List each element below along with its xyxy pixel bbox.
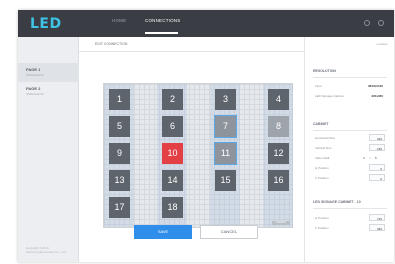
properties-panel: Location RESOLUTION Input 3840x2160 LED … [304, 37, 394, 262]
v-position-row: V Position 0 [313, 174, 387, 182]
signage-h-position-field[interactable]: 720 [369, 214, 385, 221]
divider [313, 77, 387, 78]
help-icon[interactable] [378, 20, 384, 26]
v-position-field[interactable]: 0 [369, 174, 385, 181]
cabinet-tile-7[interactable]: 7 [214, 115, 237, 138]
row-value: 320x360 [371, 94, 383, 98]
cabinet-tile-10[interactable]: 10 [162, 143, 183, 164]
cabinet-tile-17[interactable]: 17 [109, 197, 130, 218]
cabinet-grid-canvas[interactable]: 1 2 3 4 5 6 7 8 9 10 11 12 13 14 15 16 1… [103, 83, 293, 228]
signage-v-position-field[interactable]: 360 [369, 224, 385, 231]
cabinet-tile-8[interactable]: 8 [268, 116, 289, 137]
top-bar: LED HOME CONNECTIONS [18, 10, 394, 37]
cabinet-tile-2[interactable]: 2 [162, 89, 183, 110]
field-value: 180 [376, 146, 382, 151]
signage-v-position-row: V Position 360 [313, 224, 387, 232]
cabinet-tile-4[interactable]: 4 [268, 89, 289, 110]
row-label: Horizontal Size [315, 136, 336, 140]
canvas-corner-tag: CABINET [272, 221, 290, 225]
row-label: V Position [315, 226, 329, 230]
field-value: 720 [376, 216, 382, 221]
horizontal-size-field[interactable]: 320 [369, 134, 385, 141]
row-label: Video Wall [315, 156, 330, 160]
cabinet-tile-15[interactable]: 15 [215, 170, 236, 191]
tab-connections[interactable]: CONNECTIONS [145, 18, 180, 23]
sidebar: PAGE 1 SIGNAGE 01 PAGE 2 SIGNAGE 02 Copy… [18, 37, 79, 262]
resolution-input-row: Input 3840x2160 [313, 82, 387, 90]
resolution-cabinet-row: LED Signage Cabinet 320x360 [313, 92, 387, 100]
row-label: H Position [315, 216, 329, 220]
field-value: 320 [376, 136, 382, 141]
sidebar-item-subtitle: SIGNAGE 01 [26, 73, 44, 77]
cabinet-tile-14[interactable]: 14 [162, 170, 183, 191]
edit-subbar: EDIT CONNECTION [79, 37, 304, 52]
cabinet-tile-9[interactable]: 9 [109, 143, 130, 164]
cabinet-tile-5[interactable]: 5 [109, 116, 130, 137]
horizontal-size-row: Horizontal Size 320 [313, 134, 387, 142]
cabinet-tile-11[interactable]: 11 [214, 142, 237, 165]
cabinet-tile-3[interactable]: 3 [215, 89, 236, 110]
signage-cabinet-heading: LED SIGNAGE CABINET - 10 [313, 200, 361, 204]
cabinet-tile-18[interactable]: 18 [162, 197, 183, 218]
row-label: LED Signage Cabinet [315, 94, 344, 98]
row-label: V Position [315, 176, 329, 180]
video-wall-rows: 5 [375, 155, 377, 160]
company-text: Samsung Electronics Co., Ltd. [26, 250, 67, 254]
save-button[interactable]: SAVE [134, 225, 192, 239]
cabinet-tile-16[interactable]: 16 [268, 170, 289, 191]
sidebar-item-title: PAGE 1 [26, 67, 41, 72]
active-tab-indicator [145, 32, 178, 34]
cabinet-tile-6[interactable]: 6 [162, 116, 183, 137]
row-value: 3840x2160 [367, 84, 383, 88]
cancel-button[interactable]: CANCEL [200, 225, 258, 239]
cabinet-heading: CABINET [313, 122, 329, 126]
sidebar-item-title: PAGE 2 [26, 86, 41, 91]
field-value: 0 [380, 176, 382, 181]
location-link[interactable]: Location [377, 42, 388, 46]
cabinet-tile-12[interactable]: 12 [268, 143, 289, 164]
h-position-field[interactable]: 0 [369, 164, 385, 171]
row-label: Vertical Size [315, 146, 332, 150]
tab-home[interactable]: HOME [112, 18, 126, 23]
page-title: EDIT CONNECTION [95, 42, 128, 46]
cabinet-tile-13[interactable]: 13 [109, 170, 130, 191]
sidebar-item-page-2[interactable]: PAGE 2 SIGNAGE 02 [18, 82, 79, 101]
video-wall-row: Video Wall 4 × 5 [313, 154, 387, 162]
h-position-row: H Position 0 [313, 164, 387, 172]
vertical-size-field[interactable]: 180 [369, 144, 385, 151]
video-wall-stepper[interactable]: 4 × 5 [361, 154, 385, 161]
times-icon: × [369, 155, 371, 160]
sidebar-item-page-1[interactable]: PAGE 1 SIGNAGE 01 [18, 63, 79, 82]
row-label: Input [315, 84, 322, 88]
row-label: H Position [315, 166, 329, 170]
sidebar-footer: Copyright ©2019 Samsung Electronics Co.,… [26, 246, 66, 254]
app-window: LED HOME CONNECTIONS PAGE 1 SIGNAGE 01 P… [18, 10, 394, 262]
settings-icon[interactable] [364, 20, 370, 26]
vertical-size-row: Vertical Size 180 [313, 144, 387, 152]
video-wall-columns: 4 [363, 155, 365, 160]
app-logo: LED [30, 16, 62, 32]
field-value: 360 [376, 226, 382, 231]
divider [313, 130, 387, 131]
divider [313, 208, 387, 209]
field-value: 0 [380, 166, 382, 171]
cabinet-tile-1[interactable]: 1 [109, 89, 130, 110]
sidebar-item-subtitle: SIGNAGE 02 [26, 92, 44, 96]
signage-h-position-row: H Position 720 [313, 214, 387, 222]
resolution-heading: RESOLUTION [313, 69, 336, 73]
